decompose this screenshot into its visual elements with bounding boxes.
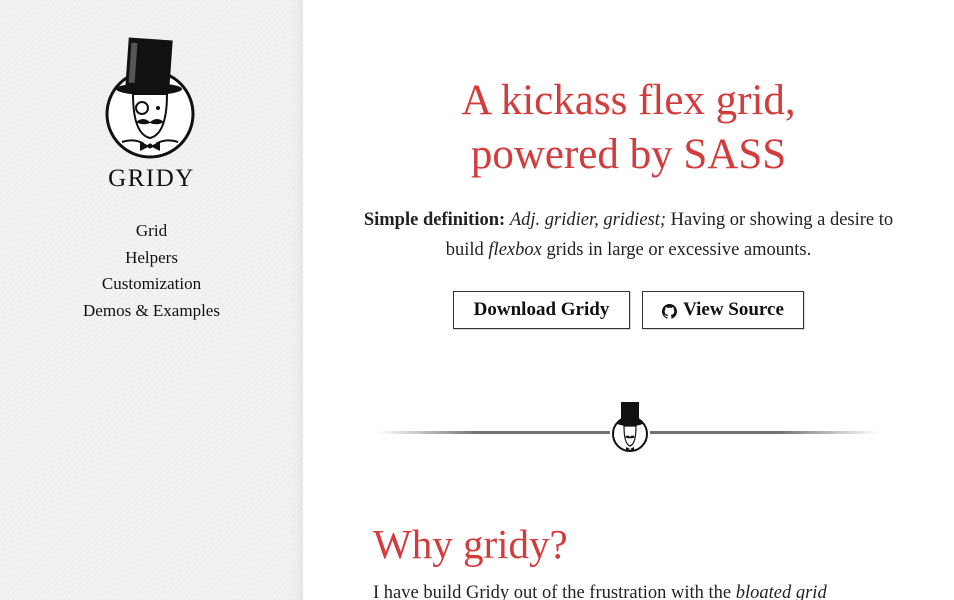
nav-item-grid[interactable]: Grid	[0, 218, 303, 245]
nav-item-customization[interactable]: Customization	[0, 271, 303, 298]
definition-text: Simple definition: Adj. gridier, gridies…	[343, 205, 914, 265]
hero-title-line-1: A kickass flex grid,	[461, 77, 796, 124]
view-source-button[interactable]: View Source	[642, 291, 804, 329]
gridy-logo-icon[interactable]	[100, 34, 200, 159]
definition-text-after: grids in large or excessive amounts.	[541, 240, 812, 260]
download-button[interactable]: Download Gridy	[453, 291, 630, 329]
why-gridy-heading: Why gridy?	[373, 521, 568, 567]
sidebar: GRIDY Grid Helpers Customization Demos &…	[0, 0, 303, 600]
definition-label: Simple definition:	[363, 210, 506, 230]
hero-title-line-2: powered by SASS	[470, 131, 787, 178]
section-divider	[378, 398, 878, 458]
nav-item-helpers[interactable]: Helpers	[0, 245, 303, 272]
view-source-button-label: View Source	[683, 299, 784, 320]
definition-emphasis: flexbox	[488, 240, 542, 260]
brand-name[interactable]: GRIDY	[0, 165, 303, 193]
why-gridy-text-emphasis: bloated grid	[735, 583, 827, 600]
hero-title: A kickass flex grid, powered by SASS	[303, 74, 954, 182]
sidebar-nav: Grid Helpers Customization Demos & Examp…	[0, 218, 303, 324]
github-icon	[662, 303, 678, 319]
definition-pos: Adj. gridier, gridiest;	[509, 210, 667, 230]
divider-logo-icon	[610, 400, 650, 454]
why-gridy-text: I have build Gridy out of the frustratio…	[373, 583, 933, 600]
main-content: A kickass flex grid, powered by SASS Sim…	[303, 0, 954, 600]
why-gridy-text-start: I have build Gridy out of the frustratio…	[373, 583, 736, 600]
nav-item-demos-examples[interactable]: Demos & Examples	[0, 298, 303, 325]
download-button-label: Download Gridy	[473, 299, 610, 320]
